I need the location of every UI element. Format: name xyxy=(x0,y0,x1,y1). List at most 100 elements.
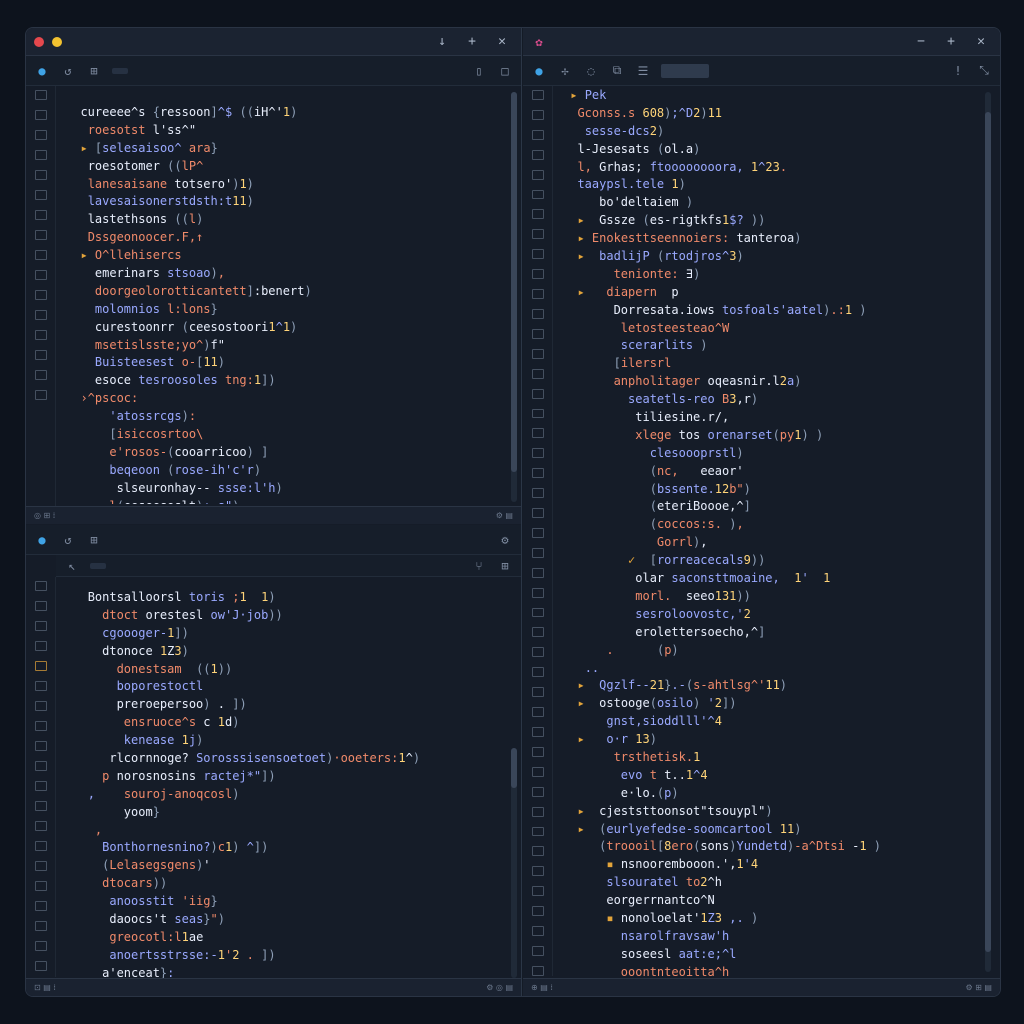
gutter-icon[interactable] xyxy=(34,90,47,100)
gutter-icon[interactable] xyxy=(531,209,544,220)
gutter-icon[interactable] xyxy=(34,130,47,140)
gutter-icon[interactable] xyxy=(34,761,47,771)
gutter-icon[interactable] xyxy=(34,170,47,180)
files-icon[interactable]: ⧉ xyxy=(609,63,625,78)
gutter-icon[interactable] xyxy=(34,310,47,320)
gutter-icon[interactable] xyxy=(34,210,47,220)
gutter-icon[interactable] xyxy=(34,150,47,160)
gutter-icon[interactable] xyxy=(531,965,544,976)
gutter-icon[interactable] xyxy=(34,881,47,891)
gutter-icon[interactable] xyxy=(34,741,47,751)
close-button[interactable]: ✕ xyxy=(491,34,513,49)
gutter-icon[interactable] xyxy=(531,527,544,538)
cursor-icon[interactable]: ↖ xyxy=(64,559,80,573)
gutter-icon-active[interactable] xyxy=(34,661,47,671)
gutter-icon[interactable] xyxy=(531,129,544,140)
gutter-icon[interactable] xyxy=(34,641,47,651)
settings-icon[interactable]: ⚙ xyxy=(497,533,513,547)
history-icon[interactable]: ↺ xyxy=(60,64,76,78)
file-tab[interactable] xyxy=(112,67,128,74)
file-tab[interactable] xyxy=(90,562,106,569)
gutter-icon[interactable] xyxy=(531,866,544,877)
gutter-icon[interactable] xyxy=(34,721,47,731)
gutter-icon[interactable] xyxy=(34,290,47,300)
gutter-icon[interactable] xyxy=(531,308,544,319)
file-tab[interactable] xyxy=(661,63,709,78)
left-top-editor[interactable]: cureeee^s {ressoon]^$ ((iH^'1) roesotst … xyxy=(66,104,506,504)
gutter-icon[interactable] xyxy=(531,468,544,479)
gutter-icon[interactable] xyxy=(531,229,544,240)
pin-icon[interactable]: ✢ xyxy=(557,64,573,78)
gutter-icon[interactable] xyxy=(34,701,47,711)
right-scrollbar[interactable] xyxy=(985,92,991,972)
gutter-icon[interactable] xyxy=(34,841,47,851)
minimize-dot[interactable] xyxy=(52,36,62,47)
gutter-icon[interactable] xyxy=(34,370,47,380)
minimize-button[interactable]: − xyxy=(910,34,932,49)
gutter-icon[interactable] xyxy=(531,846,544,857)
chat-icon[interactable]: ◌ xyxy=(583,64,599,78)
gutter-icon[interactable] xyxy=(34,861,47,871)
gutter-icon[interactable] xyxy=(531,886,544,897)
maximize-button[interactable]: + xyxy=(940,34,962,49)
gutter-icon[interactable] xyxy=(531,607,544,618)
collapse-icon[interactable]: ⤡ xyxy=(976,63,992,78)
gutter-icon[interactable] xyxy=(531,727,544,737)
gutter-icon[interactable] xyxy=(531,826,544,837)
gutter-icon[interactable] xyxy=(34,961,47,971)
gutter-icon[interactable] xyxy=(531,109,544,120)
gutter-icon[interactable] xyxy=(34,821,47,831)
add-button[interactable]: + xyxy=(461,34,483,49)
gutter-icon[interactable] xyxy=(34,801,47,811)
gutter-icon[interactable] xyxy=(34,230,47,240)
gutter-icon[interactable] xyxy=(34,581,47,591)
gutter-icon[interactable] xyxy=(531,90,544,100)
gutter-icon[interactable] xyxy=(34,621,47,631)
gutter-icon[interactable] xyxy=(531,806,544,817)
gutter-icon[interactable] xyxy=(531,647,544,658)
gutter-icon[interactable] xyxy=(34,110,47,120)
download-button[interactable]: ↓ xyxy=(431,34,453,49)
gutter-icon[interactable] xyxy=(531,428,544,439)
gutter-icon[interactable] xyxy=(531,169,544,180)
menu-icon[interactable]: ☰ xyxy=(635,64,651,78)
gutter-icon[interactable] xyxy=(531,488,544,499)
gutter-icon[interactable] xyxy=(34,901,47,911)
gutter-icon[interactable] xyxy=(34,681,47,691)
gutter-icon[interactable] xyxy=(531,249,544,260)
gutter-icon[interactable] xyxy=(531,547,544,558)
left-bottom-scrollbar[interactable] xyxy=(511,748,517,978)
gutter-icon[interactable] xyxy=(531,368,544,379)
gutter-icon[interactable] xyxy=(531,388,544,399)
gutter-icon[interactable] xyxy=(531,587,544,598)
gutter-icon[interactable] xyxy=(34,781,47,791)
gutter-icon[interactable] xyxy=(531,189,544,200)
panel-icon[interactable]: □ xyxy=(497,64,513,78)
gutter-icon[interactable] xyxy=(34,350,47,360)
left-bottom-editor[interactable]: Bontsalloorsl toris ;1 1) dtoct orestesl… xyxy=(66,589,506,979)
gutter-icon[interactable] xyxy=(34,250,47,260)
gutter-icon[interactable] xyxy=(34,190,47,200)
gutter-icon[interactable] xyxy=(531,328,544,339)
grid-icon[interactable]: ⊞ xyxy=(497,559,513,573)
alert-icon[interactable]: ! xyxy=(950,64,966,78)
gutter-icon[interactable] xyxy=(531,348,544,359)
gutter-icon[interactable] xyxy=(531,746,544,757)
close-button[interactable]: ✕ xyxy=(970,34,992,49)
gutter-icon[interactable] xyxy=(34,390,47,400)
left-top-scrollbar[interactable] xyxy=(511,92,517,502)
gutter-icon[interactable] xyxy=(531,269,544,280)
gutter-icon[interactable] xyxy=(531,766,544,777)
gutter-icon[interactable] xyxy=(531,627,544,638)
gutter-icon[interactable] xyxy=(531,567,544,578)
gutter-icon[interactable] xyxy=(34,270,47,280)
gutter-icon[interactable] xyxy=(531,408,544,419)
history-icon[interactable]: ↺ xyxy=(60,533,76,547)
gutter-icon[interactable] xyxy=(531,786,544,797)
gutter-icon[interactable] xyxy=(531,508,544,518)
right-editor[interactable]: ▸ Pek Gconss.s 608);^D2)11 sesse-dcs2) l… xyxy=(563,87,983,979)
git-icon[interactable]: ⑂ xyxy=(471,559,487,573)
gutter-icon[interactable] xyxy=(531,687,544,698)
split-icon[interactable]: ⊞ xyxy=(86,64,102,78)
close-dot[interactable] xyxy=(34,36,44,47)
